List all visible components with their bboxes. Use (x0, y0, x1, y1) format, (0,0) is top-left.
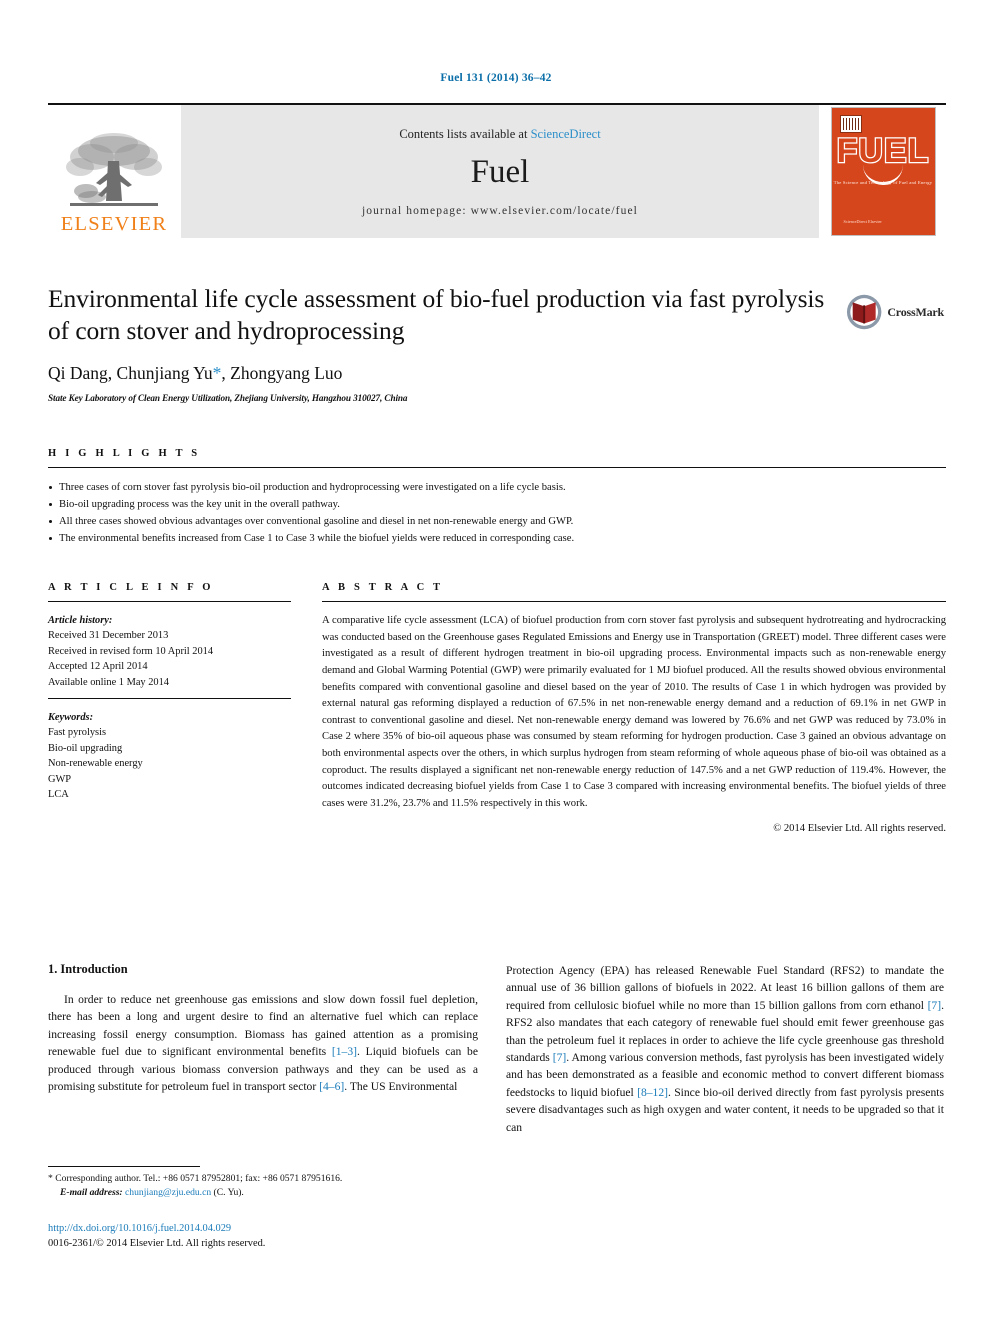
abstract-heading: A B S T R A C T (322, 582, 444, 593)
contents-available-line: Contents lists available at ScienceDirec… (399, 127, 600, 142)
citation-1-3[interactable]: [1–3] (332, 1045, 357, 1058)
authors-lead: Qi Dang, Chunjiang Yu (48, 363, 213, 384)
crossmark-icon (846, 294, 882, 330)
journal-cover-cell: FUEL The Science and Technology of Fuel … (820, 105, 946, 238)
citation-7a[interactable]: [7] (928, 999, 942, 1012)
intro-paragraph-right: Protection Agency (EPA) has released Ren… (506, 962, 944, 1136)
article-info-divider (48, 601, 291, 602)
citation-4-6[interactable]: [4–6] (319, 1080, 344, 1093)
article-info-section: A R T I C L E I N F O Article history: R… (48, 582, 291, 802)
running-head: Fuel 131 (2014) 36–42 (440, 72, 552, 84)
page-title: Environmental life cycle assessment of b… (48, 284, 825, 345)
title-block: Environmental life cycle assessment of b… (48, 283, 828, 403)
history-online: Available online 1 May 2014 (48, 676, 170, 688)
highlights-list: Three cases of corn stover fast pyrolysi… (48, 479, 946, 548)
cover-wordmark: FUEL (835, 132, 930, 170)
cover-subtitle: The Science and Technology of Fuel and E… (833, 180, 933, 185)
affiliation: State Key Laboratory of Clean Energy Uti… (48, 393, 408, 404)
article-history-label: Article history: (48, 615, 113, 626)
email-label: E-mail address: (60, 1187, 123, 1199)
list-item: Three cases of corn stover fast pyrolysi… (48, 479, 946, 496)
email-link[interactable]: chunjiang@zju.edu.cn (125, 1187, 211, 1198)
corresponding-author-footnote: * Corresponding author. Tel.: +86 0571 8… (48, 1172, 478, 1201)
keywords-divider (48, 697, 291, 699)
journal-title: Fuel (470, 154, 530, 190)
author-list: Qi Dang, Chunjiang Yu*, Zhongyang Luo (48, 363, 828, 384)
citation-8-12[interactable]: [8–12] (637, 1086, 668, 1099)
crossmark-badge[interactable]: CrossMark (846, 288, 944, 336)
highlights-divider (48, 467, 946, 468)
doi-block: http://dx.doi.org/10.1016/j.fuel.2014.04… (48, 1221, 488, 1251)
journal-cover-thumbnail: FUEL The Science and Technology of Fuel … (830, 107, 936, 236)
keyword-item: Bio-oil upgrading (48, 742, 123, 754)
section-title-introduction: 1. Introduction (48, 962, 128, 976)
intro-paragraph-left: In order to reduce net greenhouse gas em… (48, 991, 478, 1095)
intro-text-3: . The US Environmental (344, 1079, 458, 1093)
contents-prefix: Contents lists available at (399, 127, 528, 141)
journal-homepage-link[interactable]: journal homepage: www.elsevier.com/locat… (362, 205, 638, 217)
abstract-text: A comparative life cycle assessment (LCA… (322, 615, 946, 809)
intro-right-text-1: Protection Agency (EPA) has released Ren… (506, 964, 944, 1012)
doi-link[interactable]: http://dx.doi.org/10.1016/j.fuel.2014.04… (48, 1221, 488, 1236)
crossmark-label: CrossMark (887, 304, 944, 319)
article-history-block: Article history: Received 31 December 20… (48, 613, 291, 690)
journal-banner: Contents lists available at ScienceDirec… (180, 105, 820, 238)
footnote-email-line: E-mail address: chunjiang@zju.edu.cn (C.… (48, 1186, 478, 1200)
keyword-item: Non-renewable energy (48, 758, 143, 770)
authors-tail: , Zhongyang Luo (221, 363, 343, 384)
list-item: All three cases showed obvious advantage… (48, 513, 946, 530)
article-info-heading: A R T I C L E I N F O (48, 582, 214, 593)
citation-7b[interactable]: [7] (553, 1051, 567, 1064)
footnote-text: Corresponding author. Tel.: +86 0571 879… (55, 1173, 343, 1184)
elsevier-tree-icon (66, 132, 162, 206)
article-page: Fuel 131 (2014) 36–42 ELSEVIER Contents … (0, 0, 992, 1323)
keyword-item: LCA (48, 788, 69, 800)
footnote-divider (48, 1166, 200, 1167)
cover-footer-text: ScienceDirect Elsevier (843, 218, 882, 224)
issn-copyright-line: 0016-2361/© 2014 Elsevier Ltd. All right… (48, 1238, 266, 1250)
keywords-block: Keywords: Fast pyrolysis Bio-oil upgradi… (48, 710, 291, 802)
keyword-item: Fast pyrolysis (48, 727, 107, 739)
history-received: Received 31 December 2013 (48, 630, 169, 642)
abstract-divider (322, 601, 946, 602)
journal-masthead: ELSEVIER Contents lists available at Sci… (48, 103, 946, 238)
elsevier-wordmark: ELSEVIER (60, 212, 168, 235)
abstract-copyright: © 2014 Elsevier Ltd. All rights reserved… (773, 823, 946, 835)
footnote-marker: * (48, 1173, 53, 1184)
history-accepted: Accepted 12 April 2014 (48, 661, 148, 673)
elsevier-logo: ELSEVIER (48, 105, 180, 238)
abstract-section: A B S T R A C T A comparative life cycle… (322, 582, 946, 834)
list-item: The environmental benefits increased fro… (48, 530, 946, 547)
history-revised: Received in revised form 10 April 2014 (48, 645, 214, 657)
highlights-heading: H I G H L I G H T S (48, 448, 201, 459)
keyword-item: GWP (48, 773, 72, 785)
email-attribution: (C. Yu). (213, 1187, 244, 1199)
keywords-label: Keywords: (48, 711, 94, 723)
introduction-left-column: 1. Introduction In order to reduce net g… (48, 962, 478, 1095)
highlights-section: H I G H L I G H T S Three cases of corn … (48, 448, 946, 548)
introduction-right-column: Protection Agency (EPA) has released Ren… (506, 962, 944, 1136)
list-item: Bio-oil upgrading process was the key un… (48, 496, 946, 513)
sciencedirect-link[interactable]: ScienceDirect (531, 127, 601, 141)
cover-publisher-icon (839, 115, 862, 133)
